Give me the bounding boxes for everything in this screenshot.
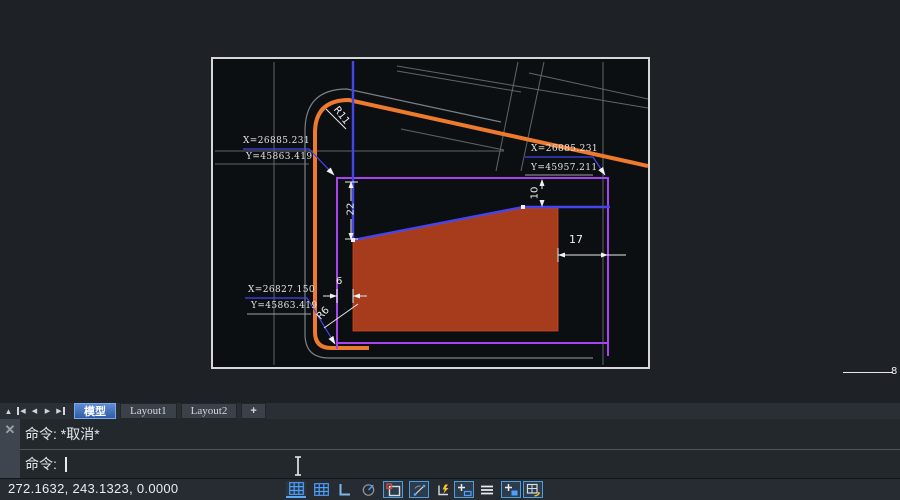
snap-mode-toggle[interactable] bbox=[311, 481, 331, 498]
last-layout-button[interactable]: ▶ bbox=[54, 404, 67, 418]
red-fill-region[interactable] bbox=[353, 208, 558, 331]
previous-layout-button[interactable]: ◀ bbox=[28, 404, 41, 418]
ibeam-cursor bbox=[292, 455, 304, 477]
tab-layout1-label: Layout1 bbox=[130, 405, 167, 417]
object-snap-tracking-icon bbox=[412, 483, 427, 497]
coord-label-upper-right-x: X=26885.231 bbox=[531, 144, 598, 154]
dim-text-17: 17 bbox=[569, 235, 583, 245]
dim-text-22: 22 bbox=[346, 203, 356, 216]
customization-menu-button[interactable] bbox=[477, 481, 497, 498]
first-layout-button[interactable]: ◀ bbox=[15, 404, 28, 418]
object-snap-toggle[interactable] bbox=[383, 481, 403, 498]
polar-tracking-icon bbox=[361, 482, 376, 497]
coord-label-upper-left-y: Y=45863.419 bbox=[246, 152, 313, 162]
tab-layout1[interactable]: Layout1 bbox=[120, 403, 177, 419]
command-input-line[interactable]: 命令: bbox=[20, 449, 900, 478]
close-icon[interactable]: ✕ bbox=[3, 423, 17, 437]
text-caret bbox=[65, 457, 67, 472]
vertex-grip bbox=[521, 205, 525, 209]
selection-cycling-icon bbox=[504, 483, 519, 497]
command-history-text: 命令: *取消* bbox=[25, 424, 100, 444]
annotation-monitor-toggle[interactable] bbox=[523, 481, 543, 498]
tab-model-label: 模型 bbox=[84, 403, 106, 419]
selection-cycling-toggle[interactable] bbox=[501, 481, 521, 498]
layouts-popup-button[interactable]: ▲ bbox=[2, 404, 15, 418]
command-prompt-text: 命令: bbox=[25, 454, 57, 474]
drawing-workspace[interactable]: X=26885.231 Y=45863.419 X=26885.231 Y=45… bbox=[0, 0, 900, 403]
polar-tracking-toggle[interactable] bbox=[358, 481, 378, 498]
edge-dimension-text: 8 bbox=[891, 366, 897, 377]
add-layout-button[interactable]: + bbox=[241, 403, 265, 419]
coord-label-lower-left-x: X=26827.150 bbox=[248, 285, 315, 295]
dim-text-6: 6 bbox=[336, 277, 342, 287]
dynamic-input-icon bbox=[436, 483, 451, 497]
coord-label-upper-right-y: Y=45957.211 bbox=[531, 163, 598, 173]
coordinate-readout[interactable]: 272.1632, 243.1323, 0.0000 bbox=[8, 479, 178, 499]
command-line-panel: ✕ 命令: *取消* 命令: bbox=[0, 419, 900, 478]
tab-layout2-label: Layout2 bbox=[191, 405, 228, 417]
snap-grid-icon bbox=[314, 483, 329, 496]
command-history-line: 命令: *取消* bbox=[20, 419, 900, 449]
grid-display-toggle[interactable] bbox=[286, 481, 306, 498]
command-panel-grip[interactable]: ✕ bbox=[0, 419, 20, 478]
dim-text-10: 10 bbox=[530, 187, 540, 200]
next-layout-button[interactable]: ▶ bbox=[41, 404, 54, 418]
dynamic-input-toggle[interactable] bbox=[433, 481, 453, 498]
coord-label-lower-left-y: Y=45863.419 bbox=[251, 301, 318, 311]
tab-model[interactable]: 模型 bbox=[74, 403, 116, 419]
coord-label-upper-left-x: X=26885.231 bbox=[243, 136, 310, 146]
drawing-viewport[interactable]: X=26885.231 Y=45863.419 X=26885.231 Y=45… bbox=[211, 57, 650, 369]
annotation-monitor-icon bbox=[526, 483, 541, 497]
drawing-geometry bbox=[213, 59, 648, 367]
add-layout-label: + bbox=[250, 405, 256, 417]
cad-application-window: X=26885.231 Y=45863.419 X=26885.231 Y=45… bbox=[0, 0, 900, 500]
object-snap-tracking-toggle[interactable] bbox=[409, 481, 429, 498]
quick-properties-icon bbox=[457, 483, 472, 497]
ortho-mode-toggle[interactable] bbox=[334, 481, 354, 498]
status-bar: 272.1632, 243.1323, 0.0000 bbox=[0, 478, 900, 500]
ortho-icon bbox=[337, 483, 351, 496]
layout-tab-bar: ▲ ◀ ◀ ▶ ▶ 模型 Layout1 Layout2 + bbox=[0, 403, 900, 419]
tab-layout2[interactable]: Layout2 bbox=[181, 403, 238, 419]
grid-icon bbox=[289, 482, 304, 495]
edge-dimension-line bbox=[843, 372, 893, 373]
hamburger-menu-icon bbox=[480, 484, 494, 496]
quick-properties-toggle[interactable] bbox=[454, 481, 474, 498]
object-snap-icon bbox=[386, 483, 401, 497]
